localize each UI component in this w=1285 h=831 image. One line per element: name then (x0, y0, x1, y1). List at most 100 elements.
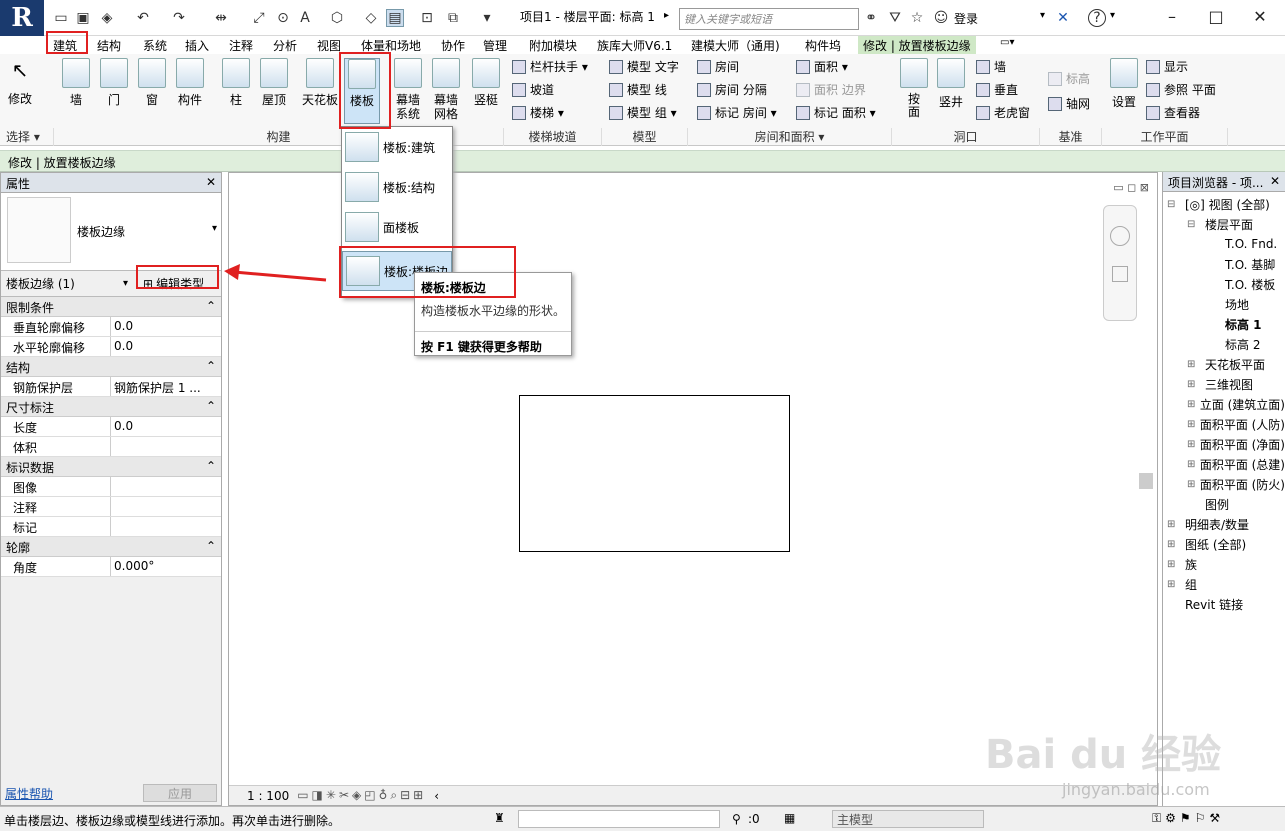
level-button[interactable]: 标高 (1048, 70, 1090, 87)
viewer-button[interactable]: 查看器 (1146, 104, 1216, 121)
browser-item[interactable]: T.O. 楼板 (1163, 274, 1285, 294)
browser-item[interactable]: ⊞ 面积平面 (总建) (1163, 454, 1285, 474)
browser-item[interactable]: ⊟ [◎] 视图 (全部) (1163, 194, 1285, 214)
model-line-button[interactable]: 模型 线 (609, 81, 679, 98)
window-button[interactable]: 窗 (134, 58, 170, 107)
tab-7[interactable]: 体量和场地 (356, 36, 426, 54)
user-icon[interactable]: ☺ (932, 9, 950, 27)
login-label[interactable]: 登录 (954, 10, 978, 27)
close-hidden-icon[interactable]: ⊡ (418, 9, 436, 27)
expand-icon[interactable]: ⊞ (1187, 459, 1196, 470)
browser-item[interactable]: T.O. Fnd. (1163, 234, 1285, 254)
help-icon[interactable]: ? (1088, 9, 1106, 27)
apply-button[interactable]: 应用 (143, 784, 217, 802)
curtain-grid-button[interactable]: 幕墙 网格 (428, 58, 464, 121)
area-button[interactable]: 面积 ▾ (796, 58, 876, 75)
zoom-icon[interactable] (1112, 266, 1128, 282)
workset-icon[interactable]: ♜ (494, 811, 505, 825)
tag-room-button[interactable]: 标记 房间 ▾ (697, 104, 777, 121)
door-button[interactable]: 门 (96, 58, 132, 107)
expand-icon[interactable]: ⊞ (1187, 399, 1196, 410)
save-icon[interactable]: ▣ (74, 9, 92, 27)
vertical-opening-button[interactable]: 垂直 (976, 81, 1030, 98)
expand-icon[interactable]: ⊞ (1167, 579, 1181, 590)
view-window-controls[interactable]: ▭ ◻ ⊠ (1113, 181, 1149, 194)
switch-windows-icon[interactable]: ⧉ (444, 9, 462, 27)
browser-item[interactable]: ⊞ 族 (1163, 554, 1285, 574)
type-dropdown-icon[interactable]: ▾ (212, 223, 217, 234)
expand-icon[interactable]: ⊞ (1187, 479, 1196, 490)
subscription-icon[interactable]: ⛛ (886, 9, 904, 27)
collapse-icon[interactable]: ⌃ (206, 399, 216, 414)
ceiling-button[interactable]: 天花板 (302, 58, 338, 107)
floor-structural-item[interactable]: 楼板:结构 (342, 167, 452, 207)
prop-section-header[interactable]: 限制条件 ⌃ (1, 297, 221, 317)
browser-item[interactable]: ⊞ 面积平面 (净面) (1163, 434, 1285, 454)
browser-item[interactable]: ⊞ 面积平面 (人防) (1163, 414, 1285, 434)
collapse-icon[interactable]: ⌃ (206, 359, 216, 374)
search-input[interactable]: 键入关键字或短语 (679, 8, 859, 30)
prop-value[interactable] (111, 497, 221, 516)
grid-button[interactable]: 轴网 (1048, 95, 1090, 112)
exchange-icon[interactable]: ✕ (1054, 9, 1072, 27)
browser-item[interactable]: 图例 (1163, 494, 1285, 514)
browser-item[interactable]: ⊞ 明细表/数量 (1163, 514, 1285, 534)
dimension-icon[interactable]: ⤢ (250, 9, 268, 27)
room-group-label[interactable]: 房间和面积 ▾ (688, 128, 892, 146)
expand-icon[interactable]: ⊞ (1167, 559, 1181, 570)
ramp-button[interactable]: 坡道 (512, 81, 588, 98)
maximize-icon[interactable]: □ (1196, 4, 1236, 28)
type-selector[interactable]: 楼板边缘 ▾ (1, 193, 221, 271)
scroll-left-icon[interactable]: ‹ (434, 789, 439, 803)
filter-dropdown-icon[interactable]: ▾ (123, 278, 128, 289)
expand-icon[interactable]: ⊞ (1187, 359, 1201, 370)
prop-value[interactable] (111, 517, 221, 536)
browser-item[interactable]: ⊟ 楼层平面 (1163, 214, 1285, 234)
3d-view-icon[interactable]: ⬡ (328, 9, 346, 27)
stair-button[interactable]: 楼梯 ▾ (512, 104, 588, 121)
tab-9[interactable]: 管理 (478, 36, 512, 54)
floor-button[interactable]: 楼板 (344, 58, 380, 124)
tab-5[interactable]: 分析 (268, 36, 302, 54)
collapse-icon[interactable]: ⌃ (206, 459, 216, 474)
wall-opening-button[interactable]: 墙 (976, 58, 1030, 75)
column-button[interactable]: 柱 (218, 58, 254, 107)
room-separator-button[interactable]: 房间 分隔 (697, 81, 777, 98)
tab-10[interactable]: 附加模块 (524, 36, 582, 54)
tab-2[interactable]: 系统 (138, 36, 172, 54)
tag-area-button[interactable]: 标记 面积 ▾ (796, 104, 876, 121)
tab-3[interactable]: 插入 (180, 36, 214, 54)
browser-item[interactable]: ⊞ 三维视图 (1163, 374, 1285, 394)
curtain-system-button[interactable]: 幕墙 系统 (390, 58, 426, 121)
design-option-selector[interactable]: 主模型 (832, 810, 984, 828)
modify-button[interactable]: ↖ 修改 (8, 58, 32, 107)
browser-item[interactable]: Revit 链接 (1163, 594, 1285, 614)
sync-icon[interactable]: ◈ (98, 9, 116, 27)
dormer-button[interactable]: 老虎窗 (976, 104, 1030, 121)
minimize-icon[interactable]: – (1152, 4, 1192, 28)
model-group-button[interactable]: 模型 组 ▾ (609, 104, 679, 121)
tab-8[interactable]: 协作 (436, 36, 470, 54)
redo-icon[interactable]: ↷ (170, 9, 188, 27)
roof-button[interactable]: 屋顶 (256, 58, 292, 107)
expand-icon[interactable]: ⊟ (1187, 219, 1201, 230)
measure-icon[interactable]: ⇹ (212, 9, 230, 27)
prop-section-header[interactable]: 标识数据 ⌃ (1, 457, 221, 477)
browser-item[interactable]: ⊞ 面积平面 (防火) (1163, 474, 1285, 494)
tab-4[interactable]: 注释 (224, 36, 258, 54)
area-boundary-button[interactable]: 面积 边界 (796, 81, 876, 98)
close-icon[interactable]: ✕ (1240, 4, 1280, 28)
model-text-button[interactable]: 模型 文字 (609, 58, 679, 75)
prop-value[interactable] (111, 437, 221, 456)
section-icon[interactable]: ◇ (362, 9, 380, 27)
tag-icon[interactable]: ⊙ (274, 9, 292, 27)
design-options-icon[interactable]: ▦ (784, 811, 795, 825)
close-icon[interactable]: ✕ (206, 175, 216, 190)
text-icon[interactable]: A (296, 9, 314, 27)
room-button[interactable]: 房间 (697, 58, 777, 75)
prop-value[interactable]: 0.0 (111, 337, 221, 356)
mullion-button[interactable]: 竖梃 (468, 58, 504, 107)
tab-11[interactable]: 族库大师V6.1 (592, 36, 677, 54)
prop-value[interactable]: 钢筋保护层 1 ... (111, 377, 221, 396)
floor-architectural-item[interactable]: 楼板:建筑 (342, 127, 452, 167)
